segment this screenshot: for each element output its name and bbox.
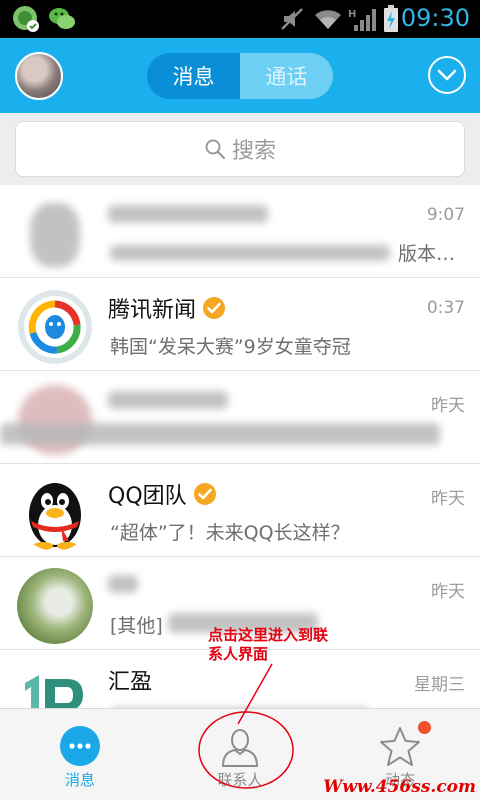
conversation-row[interactable]: QQ团队 昨天 “超体”了！未来QQ长这样？ [0, 464, 480, 557]
blurred-photo-avatar [17, 568, 93, 644]
search-area: 搜索 [0, 113, 480, 185]
row-time: 0:37 [426, 298, 465, 318]
tab-messages-bottom[interactable]: 消息 [0, 709, 160, 800]
mute-icon [281, 8, 303, 30]
blurred-avatar [30, 203, 80, 267]
blurred-name [108, 575, 138, 593]
row-time: 昨天 [431, 396, 465, 416]
row-preview: “超体”了！未来QQ长这样？ [110, 522, 350, 544]
app-header: 消息 通话 [0, 38, 480, 113]
more-menu-button[interactable] [428, 56, 466, 94]
watermark: Www.456ss.com [323, 777, 476, 797]
blurred-preview [110, 245, 390, 261]
wechat-icon [49, 8, 75, 29]
my-avatar[interactable] [15, 52, 63, 100]
qq-penguin-logo [17, 475, 93, 551]
annotation-line-2: 系人界面 [208, 645, 269, 663]
svg-text:H: H [348, 9, 356, 20]
blurred-name [108, 391, 228, 409]
chat-bubble-icon [60, 726, 100, 766]
row-name: QQ团队 [108, 478, 217, 510]
row-time: 昨天 [431, 582, 465, 602]
tab-calls[interactable]: 通话 [240, 53, 333, 99]
verified-badge-icon [193, 483, 216, 505]
conversation-row[interactable]: 9:07 版本… [0, 185, 480, 278]
wifi-icon [315, 10, 341, 30]
conversation-row[interactable]: 腾讯新闻 0:37 韩国“发呆大赛”9岁女童夺冠 [0, 278, 480, 371]
tencent-news-logo [17, 289, 93, 365]
contacts-icon [222, 729, 258, 767]
row-preview: 韩国“发呆大赛”9岁女童夺冠 [110, 336, 351, 358]
blurred-name [108, 205, 268, 223]
row-name: 汇盈 [108, 670, 153, 695]
tab-label: 消息 [64, 771, 95, 789]
annotation-note: 点击这里进入到联 系人界面 [208, 626, 328, 664]
signal-icon: H [348, 9, 376, 31]
conversation-row[interactable]: 昨天 [0, 371, 480, 464]
tab-label: 联系人 [217, 771, 263, 789]
huiying-logo [17, 661, 93, 708]
verified-badge-icon [203, 297, 226, 319]
row-time: 9:07 [426, 205, 465, 225]
row-time: 昨天 [431, 489, 465, 509]
annotation-line-1: 点击这里进入到联 [208, 626, 329, 644]
clock: 09:30 [400, 4, 470, 32]
search-input[interactable]: 搜索 [15, 121, 465, 177]
search-icon [205, 139, 226, 160]
contact-name: 腾讯新闻 [108, 298, 197, 323]
tab-messages[interactable]: 消息 [147, 53, 240, 99]
segmented-control: 消息 通话 [147, 53, 333, 99]
star-icon [380, 727, 420, 766]
row-name: 腾讯新闻 [108, 292, 226, 324]
notification-dot [418, 721, 431, 734]
row-time: 星期三 [414, 675, 465, 695]
contact-name: QQ团队 [108, 484, 187, 509]
battery-charging-icon [384, 5, 398, 32]
blurred-preview [0, 423, 440, 445]
status-bar: H 09:30 [0, 0, 480, 38]
tab-contacts[interactable]: 联系人 [160, 709, 320, 800]
search-placeholder: 搜索 [231, 139, 276, 164]
app-notification-icon [13, 6, 39, 32]
row-preview: [其他] [110, 615, 163, 637]
chevron-down-icon [437, 69, 457, 81]
row-preview: 版本… [398, 243, 456, 265]
